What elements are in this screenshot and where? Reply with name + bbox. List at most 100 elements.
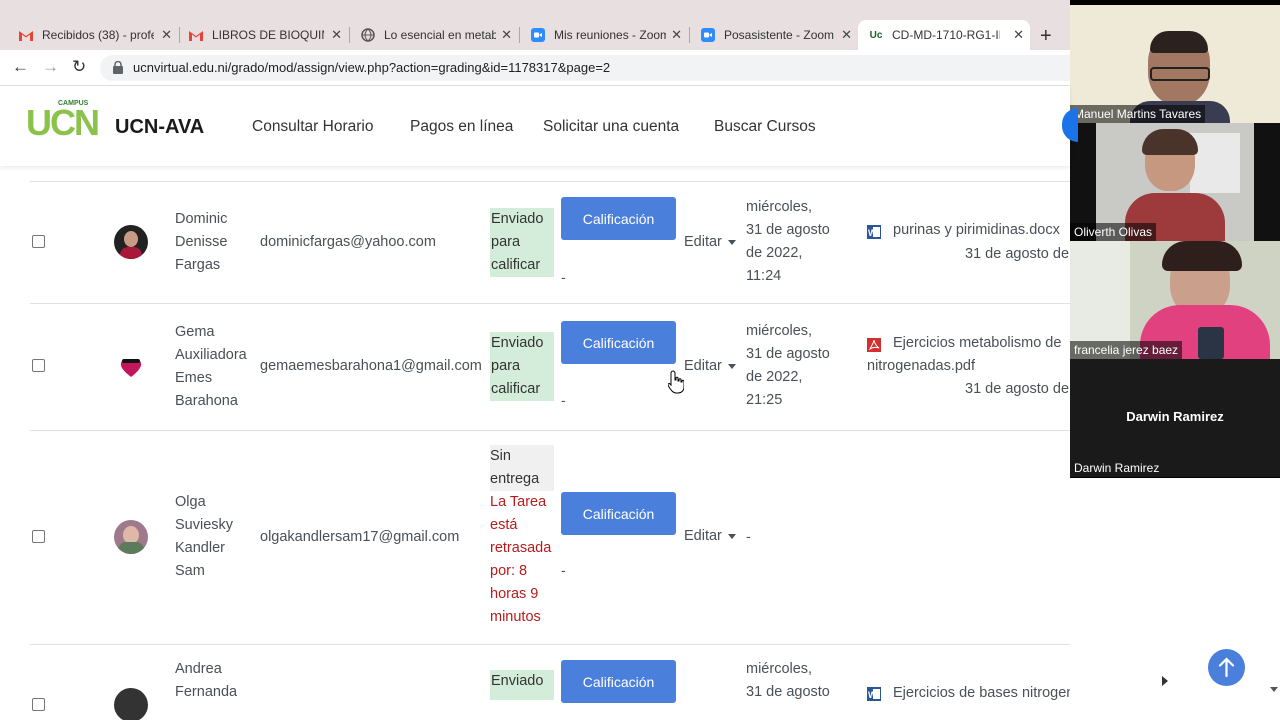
video-tile-darwin[interactable]: Darwin Ramirez Darwin Ramirez xyxy=(1070,359,1280,477)
scroll-to-top-button[interactable] xyxy=(1208,649,1245,686)
grade-button[interactable]: Calificación xyxy=(561,660,676,703)
tab-zoom-posasistente[interactable]: Posasistente - Zoom ✕ xyxy=(690,20,858,50)
caret-down-icon xyxy=(727,363,736,369)
new-tab-icon[interactable]: + xyxy=(1040,25,1052,48)
grade-button[interactable]: Calificación xyxy=(561,197,676,240)
participant-center-name: Darwin Ramirez xyxy=(1126,409,1224,424)
tab-zoom-reuniones[interactable]: Mis reuniones - Zoom ✕ xyxy=(520,20,688,50)
close-tab-icon[interactable]: ✕ xyxy=(1013,27,1024,43)
chevron-right-icon[interactable] xyxy=(1162,676,1168,686)
zoom-icon xyxy=(530,27,546,43)
submission-status: Sin entrega La Tarea está retrasada por: 8 ho… xyxy=(490,445,554,629)
site-brand[interactable]: UCN-AVA xyxy=(115,116,204,139)
url-text: ucnvirtual.edu.ni/grado/mod/assign/view.… xyxy=(133,60,611,75)
hand-cursor-icon xyxy=(668,370,684,394)
row-select-checkbox[interactable] xyxy=(32,530,45,543)
student-email: gemaemesbarahona1@gmail.com xyxy=(260,358,482,374)
reload-icon[interactable]: ↻ xyxy=(72,57,86,77)
caret-down-icon xyxy=(727,533,736,539)
arrow-up-icon xyxy=(1218,657,1235,678)
participant-name: francelia jerez baez xyxy=(1070,341,1183,359)
back-arrow-icon[interactable]: ← xyxy=(12,57,29,77)
close-tab-icon[interactable]: ✕ xyxy=(331,27,342,43)
grade-button[interactable]: Calificación xyxy=(561,492,676,535)
browser-toolbar: ← → ↻ ucnvirtual.edu.ni/grado/mod/assign… xyxy=(0,50,1080,86)
edit-dropdown[interactable]: Editar xyxy=(684,234,736,250)
globe-icon xyxy=(360,27,376,43)
submitted-file-link-cont[interactable]: nitrogenadas.pdf xyxy=(867,355,975,378)
svg-text:W: W xyxy=(868,690,877,700)
submitted-file-link[interactable]: Ejercicios de bases nitrogenadas.docx xyxy=(893,682,1070,705)
avatar xyxy=(114,225,148,259)
row-divider xyxy=(30,644,1070,645)
address-bar[interactable]: ucnvirtual.edu.ni/grado/mod/assign/view.… xyxy=(100,55,1080,81)
row-select-checkbox[interactable] xyxy=(32,235,45,248)
last-modified: miércoles, 31 de agosto de 2022, 21:25 xyxy=(746,323,830,408)
word-file-icon: W xyxy=(867,225,881,239)
row-divider xyxy=(30,303,1070,304)
submission-status: Enviado para calificar xyxy=(490,208,554,277)
gmail-icon xyxy=(18,27,34,43)
word-file-icon: W xyxy=(867,687,881,701)
logo-ucn-text: UCN xyxy=(26,102,100,143)
caret-down-icon xyxy=(727,239,736,245)
submission-status: Enviado para calificar xyxy=(490,332,554,401)
row-select-checkbox[interactable] xyxy=(32,698,45,711)
edit-dropdown[interactable]: Editar xyxy=(684,528,736,544)
participant-name: Darwin Ramirez xyxy=(1074,461,1160,475)
grade-button[interactable]: Calificación xyxy=(561,321,676,364)
student-name[interactable]: Dominic Denisse Fargas xyxy=(175,208,227,277)
file-date: 31 de agosto de xyxy=(965,381,1070,397)
avatar xyxy=(114,688,148,720)
grade-value: - xyxy=(561,562,566,578)
submitted-file-link[interactable]: Ejercicios metabolismo de xyxy=(893,332,1061,355)
student-email: olgakandlersam17@gmail.com xyxy=(260,529,460,545)
student-name[interactable]: Gema Auxiliadora Emes Barahona xyxy=(175,321,247,413)
ucn-logo[interactable]: CAMPUS UCN xyxy=(26,100,100,143)
tab-esencial-metabolismo[interactable]: Lo esencial en metabolismo ✕ xyxy=(350,20,518,50)
browser-tab-bar: Recibidos (38) - profesor ✕ LIBROS DE BI… xyxy=(0,0,1070,50)
avatar xyxy=(114,520,148,554)
video-tile-francelia[interactable]: francelia jerez baez xyxy=(1070,241,1280,359)
nav-consultar-horario[interactable]: Consultar Horario xyxy=(252,118,373,136)
row-divider xyxy=(30,181,1070,182)
close-tab-icon[interactable]: ✕ xyxy=(671,27,682,43)
gmail-icon xyxy=(188,27,204,43)
zoom-icon xyxy=(700,27,716,43)
grade-value: - xyxy=(561,269,566,285)
edit-dropdown[interactable]: Editar xyxy=(684,358,736,374)
forward-arrow-icon[interactable]: → xyxy=(42,57,59,77)
late-notice: La Tarea está retrasada por: 8 horas 9 minuto… xyxy=(490,494,552,625)
submitted-file-link[interactable]: purinas y pirimidinas.docx xyxy=(893,219,1060,242)
participant-name: Manuel Martins Tavares xyxy=(1070,105,1206,123)
last-modified: miércoles, 31 de agosto de 2022, 11:24 xyxy=(746,199,830,284)
nav-solicitar-cuenta[interactable]: Solicitar una cuenta xyxy=(543,118,679,136)
tab-gmail-inbox[interactable]: Recibidos (38) - profesor ✕ xyxy=(0,20,178,50)
video-tile-oliverth[interactable]: Oliverth Olivas xyxy=(1070,123,1280,241)
row-select-checkbox[interactable] xyxy=(32,359,45,372)
svg-text:W: W xyxy=(868,228,877,238)
participant-name: Oliverth Olivas xyxy=(1070,223,1157,241)
file-date: 31 de agosto de xyxy=(965,246,1070,262)
lock-icon xyxy=(113,61,123,74)
student-name[interactable]: Andrea Fernanda xyxy=(175,658,237,704)
avatar xyxy=(114,349,148,383)
nav-buscar-cursos[interactable]: Buscar Cursos xyxy=(714,118,816,136)
ucn-icon: Uc xyxy=(869,29,883,41)
tab-ucn-course[interactable]: Uc CD-MD-1710-RG1-IIS ✕ xyxy=(858,20,1030,50)
student-email: dominicfargas@yahoo.com xyxy=(260,234,436,250)
tab-gmail-libros[interactable]: LIBROS DE BIOQUIMICA ✕ xyxy=(180,20,348,50)
scroll-down-arrow-icon[interactable] xyxy=(1270,687,1278,692)
site-header: CAMPUS UCN UCN-AVA Consultar Horario Pag… xyxy=(0,86,1070,166)
submission-status: Enviado xyxy=(490,670,554,700)
student-name[interactable]: Olga Suviesky Kandler Sam xyxy=(175,491,233,583)
row-divider xyxy=(30,430,1070,431)
close-tab-icon[interactable]: ✕ xyxy=(161,27,172,43)
nav-pagos-en-linea[interactable]: Pagos en línea xyxy=(410,118,513,136)
video-tile-manuel[interactable]: Manuel Martins Tavares xyxy=(1070,5,1280,123)
grading-table: Dominic Denisse Fargas dominicfargas@yahoo… xyxy=(0,166,1070,720)
close-tab-icon[interactable]: ✕ xyxy=(501,27,512,43)
last-modified: miércoles, 31 de agosto xyxy=(746,661,830,700)
close-tab-icon[interactable]: ✕ xyxy=(841,27,852,43)
pdf-file-icon xyxy=(867,338,881,352)
